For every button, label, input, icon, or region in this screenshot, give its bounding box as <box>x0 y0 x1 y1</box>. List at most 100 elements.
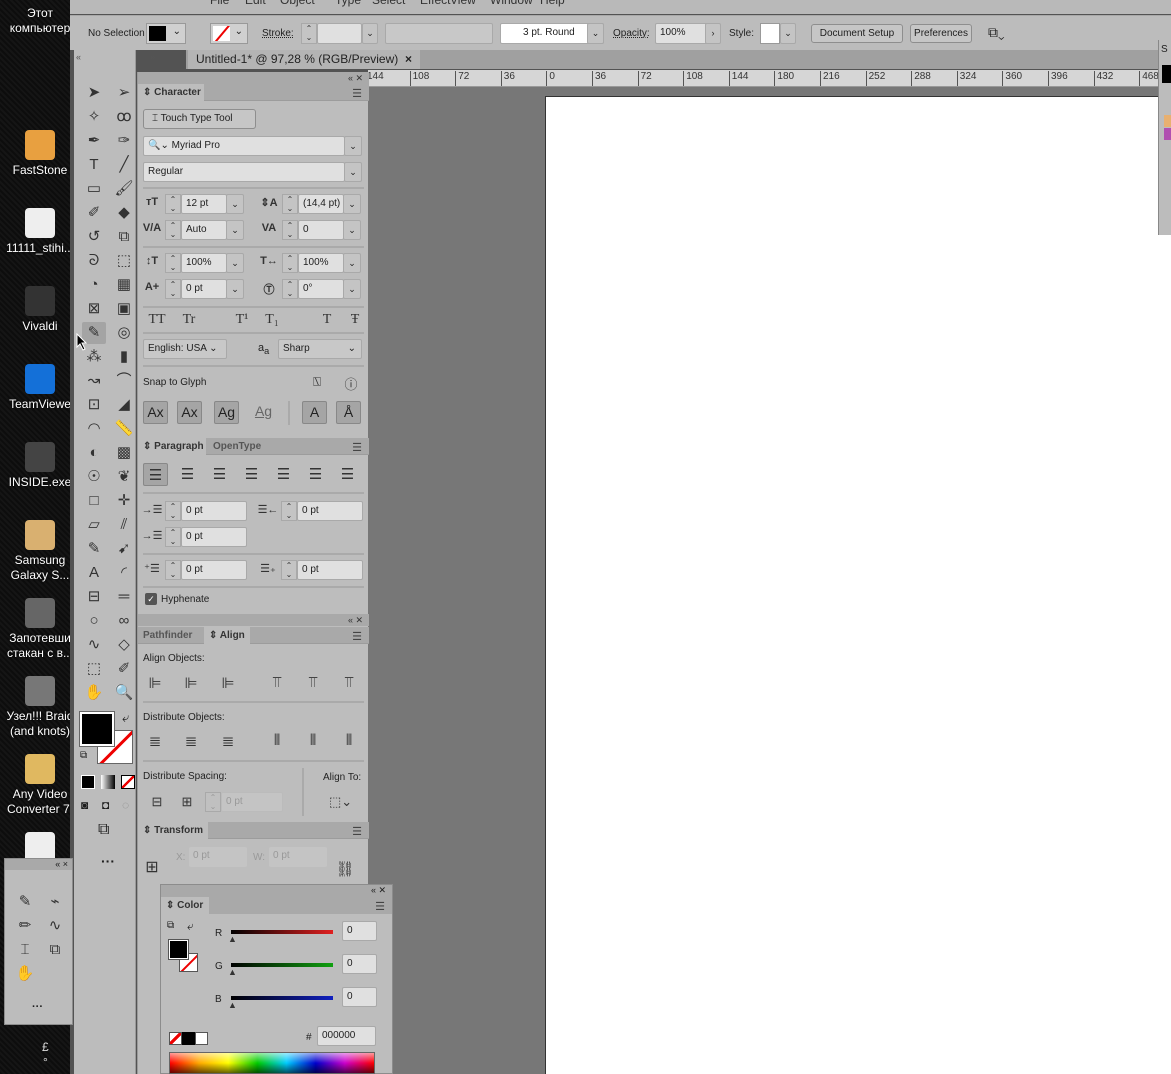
vertical-align-top-icon[interactable]: ⫪ <box>266 674 288 691</box>
baseline-shift-input[interactable]: 0 pt <box>181 279 227 299</box>
vertical-scale-dropdown[interactable]: ⌄ <box>226 253 244 273</box>
zoom-tool-icon[interactable]: 🔍 <box>112 682 136 704</box>
type-tool-icon[interactable]: T <box>82 154 106 176</box>
w-input[interactable]: 0 pt <box>269 847 327 867</box>
desktop-shortcut[interactable]: Этот компьютер <box>0 6 80 36</box>
left-indent-stepper[interactable]: ⌃ ⌄ <box>165 501 181 521</box>
gradient-annotator-tool-icon[interactable]: ◇ <box>112 634 136 656</box>
menu-type[interactable]: Type <box>335 0 361 7</box>
column-graph-tool-icon[interactable]: ▮ <box>112 346 136 368</box>
protractor-tool-icon[interactable]: ◠ <box>82 418 106 440</box>
subscript-button[interactable]: T₁ <box>261 312 283 328</box>
gradient-mode-icon[interactable] <box>101 775 115 789</box>
link-tool-icon[interactable]: ∞ <box>112 610 136 632</box>
kerning-stepper[interactable]: ⌃ ⌄ <box>165 220 181 240</box>
tab-pathfinder[interactable]: Pathfinder <box>138 627 204 644</box>
b-slider-track[interactable] <box>231 996 333 1000</box>
shape-builder-tool-icon[interactable]: ◔ <box>82 274 106 296</box>
language-dropdown[interactable]: English: USA ⌄ <box>143 339 227 359</box>
desktop-shortcut[interactable]: INSIDE.exe <box>0 442 80 490</box>
parallelogram-tool-icon[interactable]: ▱ <box>82 514 106 536</box>
baseline-shift-stepper[interactable]: ⌃ ⌄ <box>165 279 181 299</box>
artboard[interactable] <box>545 96 1171 1074</box>
panel-menu-icon[interactable]: ☰ <box>352 87 362 100</box>
hex-input[interactable]: 000000 <box>317 1026 376 1046</box>
snap-baseline-button[interactable]: Ax <box>143 401 168 424</box>
reference-point-icon[interactable]: ⊞ <box>141 857 163 877</box>
color-mode-icon[interactable] <box>81 775 95 789</box>
rotate-view-icon[interactable]: ✋ <box>13 963 37 985</box>
space-before-input[interactable]: 0 pt <box>181 560 247 580</box>
panel-menu-icon[interactable]: ☰ <box>375 900 385 913</box>
character-rotation-dropdown[interactable]: ⌄ <box>343 279 361 299</box>
space-before-stepper[interactable]: ⌃ ⌄ <box>165 560 181 580</box>
paint-bucket-tool-icon[interactable]: ◐ <box>82 442 106 464</box>
tab-transform[interactable]: ⇕ Transform <box>138 822 208 839</box>
gradient-tool-icon[interactable]: ▣ <box>112 298 136 320</box>
horizontal-align-center-icon[interactable]: ⊫ <box>180 674 202 692</box>
swap-colors-icon[interactable]: ⤶ <box>187 919 194 934</box>
artboard-tool-icon[interactable]: ⊟ <box>82 586 106 608</box>
tracking-dropdown[interactable]: ⌄ <box>343 220 361 240</box>
live-paint-selection-icon[interactable]: ⧉ <box>43 939 67 961</box>
lasso-pen-tool-icon[interactable]: ☉ <box>82 466 106 488</box>
preferences-button[interactable]: Preferences <box>910 24 972 43</box>
fill-color-box[interactable] <box>168 939 189 960</box>
font-size-input[interactable]: 12 pt <box>181 194 227 214</box>
r-input[interactable]: 0 <box>342 921 377 941</box>
warp-tool-icon[interactable]: ᘐ <box>82 250 106 272</box>
glyph-guides-icon[interactable]: ⍂ <box>306 374 328 390</box>
horizontal-distribute-right-icon[interactable]: ⦀ <box>338 732 360 749</box>
touch-type-tool-button[interactable]: ⌶ Touch Type Tool <box>143 109 256 129</box>
character-rotation-input[interactable]: 0° <box>298 279 344 299</box>
g-slider-track[interactable] <box>231 963 333 967</box>
leading-input[interactable]: (14,4 pt) <box>298 194 344 214</box>
join-tool-icon[interactable]: ∿ <box>43 915 67 937</box>
vertical-align-bottom-icon[interactable]: ⫪ <box>338 674 360 691</box>
menu-select[interactable]: Select <box>372 0 405 7</box>
snap-x-height-button[interactable]: Ax <box>177 401 202 424</box>
stroke-weight-stepper[interactable]: ⌃ ⌄ <box>301 23 317 44</box>
none-mode-icon[interactable] <box>121 775 135 789</box>
align-left-button[interactable]: ☰ <box>143 463 168 486</box>
horizontal-align-left-icon[interactable]: ⊫ <box>144 674 166 692</box>
curvature-tool-icon[interactable]: ✑ <box>112 130 136 152</box>
edit-toolbar-icon[interactable]: ··· <box>101 853 115 869</box>
info-icon[interactable]: ⓘ <box>340 374 362 393</box>
spacing-stepper[interactable]: ⌃ ⌄ <box>205 792 221 812</box>
swap-colors-icon[interactable]: ⤶ <box>122 710 129 726</box>
tracking-input[interactable]: 0 <box>298 220 344 240</box>
kerning-dropdown[interactable]: ⌄ <box>226 220 244 240</box>
draw-behind-icon[interactable]: ◘ <box>102 798 109 812</box>
pencil-icon[interactable]: ✏ <box>13 915 37 937</box>
style-swatch[interactable] <box>760 23 780 44</box>
paintbrush-tool-icon[interactable]: 🖌 <box>112 178 136 200</box>
document-setup-button[interactable]: Document Setup <box>811 24 903 43</box>
artboard-2-tool-icon[interactable]: ⬚ <box>82 658 106 680</box>
character-rotation-stepper[interactable]: ⌃ ⌄ <box>282 279 298 299</box>
draw-inside-icon[interactable]: ◌ <box>122 798 129 812</box>
first-line-indent-stepper[interactable]: ⌃ ⌄ <box>165 527 181 547</box>
align-center-button[interactable]: ☰ <box>175 463 200 486</box>
desktop-shortcut[interactable]: Узел!!! Braid (and knots) <box>0 676 80 739</box>
arc-tool-icon[interactable]: ◜ <box>112 562 136 584</box>
stroke-weight-input[interactable] <box>317 23 362 44</box>
tab-paragraph[interactable]: ⇕ Paragraph <box>138 438 206 455</box>
tab-opentype[interactable]: OpenType <box>208 438 270 455</box>
justify-all-button[interactable]: ☰ <box>335 463 360 486</box>
none-swatch[interactable] <box>169 1032 182 1045</box>
justify-last-right-button[interactable]: ☰ <box>303 463 328 486</box>
perspective-grid-tool-icon[interactable]: ▦ <box>112 274 136 296</box>
stroke-weight-dropdown[interactable]: ⌄ <box>362 23 378 44</box>
horizontal-align-right-icon[interactable]: ⊫ <box>217 674 239 692</box>
fill-color-box[interactable] <box>79 711 115 747</box>
black-swatch[interactable] <box>182 1032 195 1045</box>
desktop-shortcut[interactable]: 11111_stihi... <box>0 208 80 256</box>
screen-mode-icon[interactable]: ⧉ <box>98 821 109 839</box>
desktop-shortcut[interactable]: Запотевши стакан с в... <box>0 598 80 661</box>
snap-proximity-button[interactable]: Ag <box>251 401 276 424</box>
space-after-input[interactable]: 0 pt <box>297 560 363 580</box>
vertical-distribute-center-icon[interactable]: ≣ <box>180 732 202 750</box>
menu-edit[interactable]: Edit <box>245 0 266 7</box>
tab-character[interactable]: ⇕ Character <box>138 84 204 101</box>
